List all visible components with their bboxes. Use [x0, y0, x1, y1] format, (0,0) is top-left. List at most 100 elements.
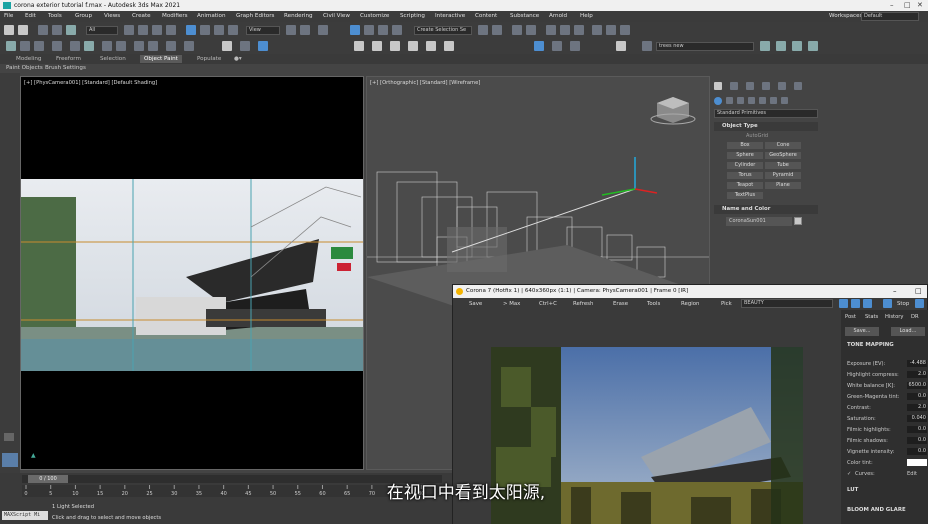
tube-button[interactable]: Tube	[765, 162, 801, 169]
menu-animation[interactable]: Animation	[197, 13, 226, 19]
menu-customize[interactable]: Customize	[360, 13, 389, 19]
add-selection-to-layer-icon[interactable]	[776, 41, 786, 51]
select-by-name-icon[interactable]	[138, 25, 148, 35]
menu-substance[interactable]: Substance	[510, 13, 539, 19]
time-slider-thumb[interactable]: 0 / 100	[28, 475, 68, 483]
sky-icon[interactable]	[116, 41, 126, 51]
menu-tools[interactable]: Tools	[48, 13, 62, 19]
bulb-icon[interactable]	[222, 41, 232, 51]
material-editor-icon[interactable]	[574, 25, 584, 35]
camera-viewport[interactable]: [+] [PhysCamera001] [Standard] [Default …	[20, 76, 364, 470]
menu-content[interactable]: Content	[475, 13, 497, 19]
link-icon[interactable]	[38, 25, 48, 35]
select-manipulate-icon[interactable]	[300, 25, 310, 35]
scale-icon[interactable]	[214, 25, 224, 35]
lister-icon[interactable]	[166, 41, 176, 51]
paint-objects-label[interactable]: Paint Objects	[6, 65, 43, 71]
contrast-input[interactable]: 2.0	[907, 404, 927, 411]
plane-shape-icon[interactable]	[444, 41, 454, 51]
settings-icon[interactable]	[240, 41, 250, 51]
menu-group[interactable]: Group	[75, 13, 92, 19]
filmic-highlights-input[interactable]: 0.0	[907, 426, 927, 433]
helper-icon[interactable]	[34, 41, 44, 51]
name-color-rollout[interactable]: Name and Color	[714, 205, 818, 214]
vfb-stop-button[interactable]: Stop	[897, 301, 909, 307]
menu-modifiers[interactable]: Modifiers	[162, 13, 188, 19]
curves-edit-button[interactable]: Edit	[907, 471, 917, 477]
vignette-input[interactable]: 0.0	[907, 448, 927, 455]
tab-history[interactable]: History	[885, 314, 903, 320]
create-tab-icon[interactable]	[714, 82, 722, 90]
vfb-minimize-icon[interactable]: –	[893, 287, 897, 295]
bind-spacewarp-icon[interactable]	[66, 25, 76, 35]
select-object-icon[interactable]	[124, 25, 134, 35]
shapes-icon[interactable]	[726, 97, 733, 104]
geosphere-button[interactable]: GeoSphere	[765, 152, 801, 159]
rendered-frame-icon[interactable]	[606, 25, 616, 35]
rotate-icon[interactable]	[200, 25, 210, 35]
maxscript-listener[interactable]: MAXScript Mi	[2, 511, 48, 520]
zoom-in-icon[interactable]	[839, 299, 848, 308]
close-icon[interactable]: ✕	[917, 1, 923, 9]
select-layer-objects-icon[interactable]	[792, 41, 802, 51]
vfb-tools-button[interactable]: Tools	[647, 301, 660, 307]
viewport-layout-icon[interactable]	[2, 453, 18, 467]
object-name-input[interactable]: CoronaSun001	[726, 217, 792, 226]
vfb-pick-button[interactable]: Pick	[721, 301, 732, 307]
menu-interactive[interactable]: Interactive	[435, 13, 465, 19]
green-magenta-input[interactable]: 0.0	[907, 393, 927, 400]
filmic-shadows-input[interactable]: 0.0	[907, 437, 927, 444]
unlink-icon[interactable]	[52, 25, 62, 35]
primitive-type-dropdown[interactable]: Standard Primitives	[714, 109, 818, 118]
cone-button[interactable]: Cone	[765, 142, 801, 149]
box-shape-icon[interactable]	[354, 41, 364, 51]
vfb-to-max-button[interactable]: > Max	[503, 301, 520, 307]
teapot-button[interactable]: Teapot	[727, 182, 763, 189]
cube-icon[interactable]	[258, 41, 268, 51]
curve-editor-icon[interactable]	[546, 25, 556, 35]
maximize-icon[interactable]: □	[904, 1, 911, 9]
plane-button[interactable]: Plane	[765, 182, 801, 189]
autogrid-checkbox[interactable]: AutoGrid	[746, 133, 768, 139]
cone-shape-icon[interactable]	[408, 41, 418, 51]
curves-checkbox[interactable]: ✓	[847, 471, 851, 477]
vfb-erase-button[interactable]: Erase	[613, 301, 628, 307]
render-production-icon[interactable]	[620, 25, 630, 35]
keyboard-shortcut-icon[interactable]	[318, 25, 328, 35]
render-setup-icon[interactable]	[592, 25, 602, 35]
vfb-save-button[interactable]: Save	[469, 301, 482, 307]
white-balance-input[interactable]: 6500.0	[907, 382, 927, 389]
torus-shape-icon[interactable]	[426, 41, 436, 51]
freeze-icon[interactable]	[570, 41, 580, 51]
menu-graph-editors[interactable]: Graph Editors	[236, 13, 274, 19]
scene-explorer-icon[interactable]	[512, 25, 522, 35]
isolate-icon[interactable]	[552, 41, 562, 51]
tab-freeform[interactable]: Freeform	[56, 56, 81, 62]
geometry-icon[interactable]	[714, 97, 722, 105]
sphere-button[interactable]: Sphere	[727, 152, 763, 159]
object-color-swatch[interactable]	[794, 217, 802, 225]
brush-settings-label[interactable]: Brush Settings	[45, 65, 86, 71]
ribbon-options-icon[interactable]: ●▾	[234, 56, 242, 62]
display-tab-icon[interactable]	[778, 82, 786, 90]
tab-post[interactable]: Post	[845, 314, 856, 320]
light-icon[interactable]	[6, 41, 16, 51]
add-layer-icon[interactable]	[760, 41, 770, 51]
cylinder-shape-icon[interactable]	[390, 41, 400, 51]
undo-icon[interactable]	[4, 25, 14, 35]
menu-scripting[interactable]: Scripting	[400, 13, 425, 19]
spinner-snap-icon[interactable]	[392, 25, 402, 35]
layer-dropdown[interactable]: trees new	[656, 42, 754, 51]
tab-dr[interactable]: DR	[911, 314, 919, 320]
vfb-maximize-icon[interactable]: □	[915, 287, 922, 295]
vfb-region-button[interactable]: Region	[681, 301, 699, 307]
menu-help[interactable]: Help	[580, 13, 593, 19]
display-icon[interactable]	[534, 41, 544, 51]
textplus-button[interactable]: TextPlus	[727, 192, 763, 199]
snap-icon[interactable]	[350, 25, 360, 35]
mirror-icon[interactable]	[478, 25, 488, 35]
vfb-refresh-button[interactable]: Refresh	[573, 301, 593, 307]
expand-arrow-icon[interactable]	[4, 433, 14, 441]
vfb-channel-dropdown[interactable]: BEAUTY	[741, 299, 833, 308]
pyramid-button[interactable]: Pyramid	[765, 172, 801, 179]
